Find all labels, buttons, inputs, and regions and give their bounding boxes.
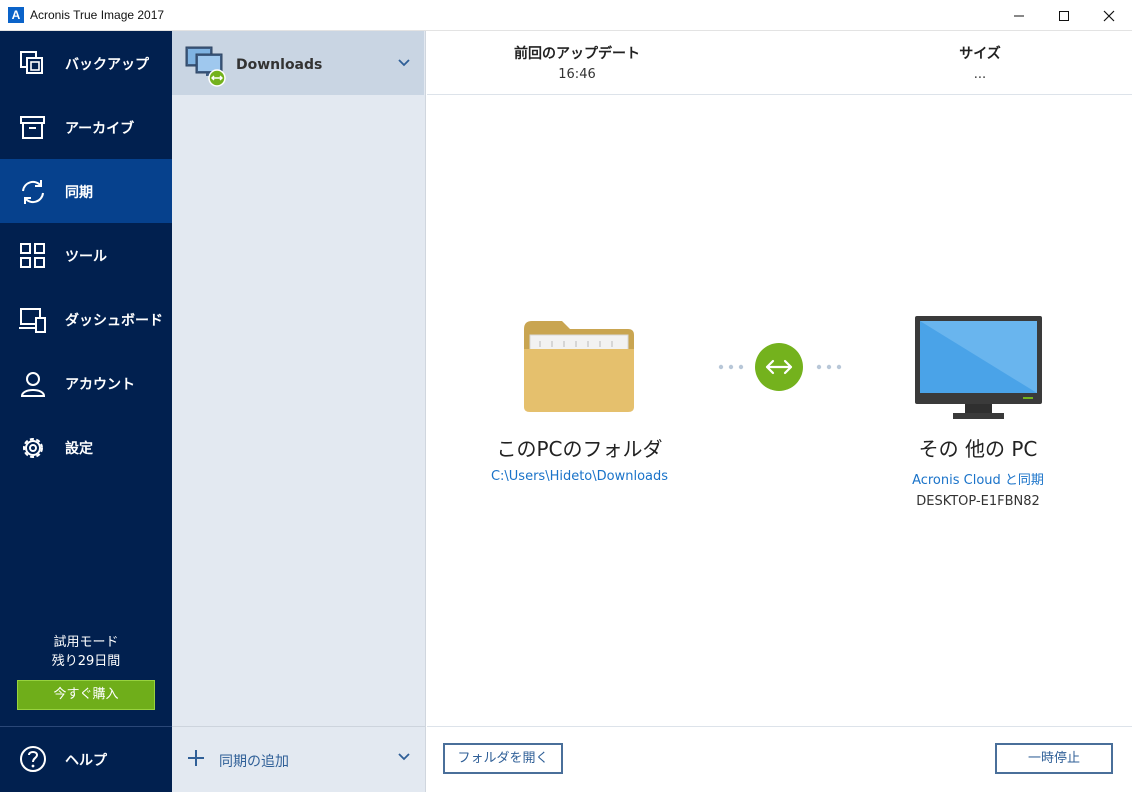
sidebar-item-dashboard[interactable]: ダッシュボード — [0, 287, 172, 351]
sync-entry-downloads[interactable]: Downloads — [172, 31, 424, 95]
help-label: ヘルプ — [65, 753, 107, 769]
sidebar-item-tools[interactable]: ツール — [0, 223, 172, 287]
sidebar: バックアップ アーカイブ 同期 ツール ダッシュボード アカウント 設定 試用モ… — [0, 31, 172, 792]
sidebar-item-label: 同期 — [65, 185, 93, 201]
sidebar-item-label: バックアップ — [65, 57, 149, 73]
sidebar-item-backup[interactable]: バックアップ — [0, 31, 172, 95]
grid-icon — [20, 243, 45, 268]
sidebar-item-archive[interactable]: アーカイブ — [0, 95, 172, 159]
folder-icon — [524, 321, 634, 412]
acronis-cloud-link[interactable]: Acronis Cloud と同期 — [878, 469, 1078, 488]
size-value: ... — [973, 67, 987, 82]
user-icon — [20, 372, 46, 397]
maximize-button[interactable] — [1041, 0, 1087, 31]
maximize-icon — [1059, 10, 1069, 21]
copy-icon — [20, 51, 43, 74]
sync-arrows-icon — [22, 180, 44, 204]
monitor-icon — [915, 316, 1042, 419]
gear-icon — [23, 438, 43, 458]
sync-details: 前回のアップデート 16:46 サイズ ... このPCのフォルダ C:\Use… — [427, 31, 1132, 792]
dots-icon — [718, 364, 744, 370]
sync-entry-name: Downloads — [236, 57, 323, 73]
sidebar-item-label: ツール — [65, 249, 107, 265]
chevron-down-icon[interactable] — [397, 752, 411, 762]
sidebar-item-label: ダッシュボード — [65, 313, 163, 329]
minimize-icon — [1014, 15, 1024, 16]
sync-direction-icon — [755, 343, 803, 391]
sidebar-item-sync[interactable]: 同期 — [0, 159, 172, 223]
window-title: Acronis True Image 2017 — [30, 8, 165, 22]
remote-pc-title: その 他の PC — [918, 437, 1038, 461]
size-label: サイズ — [959, 46, 1001, 62]
days-left-text: 残り29日間 — [51, 654, 121, 669]
help-question-icon — [20, 746, 46, 772]
trial-info: 試用モード 残り29日間 — [0, 633, 172, 671]
trial-mode-text: 試用モード — [53, 635, 119, 650]
close-button[interactable] — [1086, 0, 1132, 31]
sidebar-item-settings[interactable]: 設定 — [0, 415, 172, 479]
minimize-button[interactable] — [996, 0, 1042, 31]
footer-divider — [427, 726, 1132, 727]
add-sync-label: 同期の追加 — [219, 754, 289, 770]
chevron-down-icon[interactable] — [397, 58, 411, 68]
sidebar-item-label: アカウント — [65, 377, 135, 393]
last-update-label: 前回のアップデート — [514, 46, 640, 62]
dots-icon — [816, 364, 842, 370]
devices-icon — [19, 308, 46, 333]
pause-button[interactable]: 一時停止 — [995, 743, 1113, 774]
last-update-info: 前回のアップデート 16:46 — [497, 43, 657, 82]
acronis-logo-icon: A — [8, 7, 24, 23]
sync-list-panel: Downloads 同期の追加 — [172, 31, 426, 792]
sidebar-item-account[interactable]: アカウント — [0, 351, 172, 415]
local-folder-title: このPCのフォルダ — [496, 437, 663, 461]
pc-sync-icon — [185, 46, 226, 87]
sync-info-bar: 前回のアップデート 16:46 サイズ ... — [427, 31, 1132, 95]
title-bar: A Acronis True Image 2017 — [0, 0, 1132, 31]
help-button[interactable]: ヘルプ — [0, 727, 172, 792]
add-sync-button[interactable]: 同期の追加 — [172, 727, 425, 792]
last-update-value: 16:46 — [558, 67, 596, 82]
local-folder-path-link[interactable]: C:\Users\Hideto\Downloads — [427, 469, 732, 484]
close-icon — [1103, 10, 1115, 21]
open-folder-button[interactable]: フォルダを開く — [443, 743, 563, 774]
size-info: サイズ ... — [900, 43, 1060, 82]
plus-icon — [188, 750, 204, 766]
archive-box-icon — [20, 116, 45, 139]
sidebar-item-label: 設定 — [65, 441, 93, 457]
sidebar-item-label: アーカイブ — [65, 121, 135, 137]
remote-device-name: DESKTOP-E1FBN82 — [916, 494, 1040, 509]
buy-now-button[interactable]: 今すぐ購入 — [17, 680, 155, 710]
